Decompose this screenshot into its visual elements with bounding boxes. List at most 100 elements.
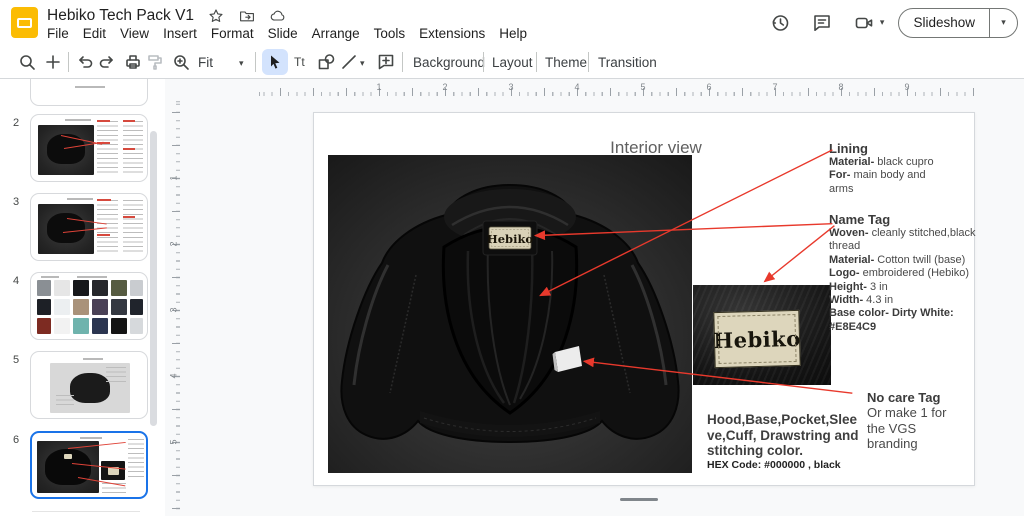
annotation-line: Height- 3 in xyxy=(829,281,979,294)
toolbar-divider xyxy=(536,52,537,72)
move-folder-icon[interactable] xyxy=(238,7,256,25)
no-care-tag-textbox[interactable]: No care Tag Or make 1 for the VGS brandi… xyxy=(867,390,959,452)
menu-item[interactable]: Arrange xyxy=(305,24,367,43)
toolbar-divider xyxy=(255,52,256,72)
arrow-closeup xyxy=(765,226,835,282)
ruler-number: 1 xyxy=(165,172,207,185)
name-tag-textbox[interactable]: Name Tag Woven- cleanly stitched,black t… xyxy=(829,212,979,334)
slide-number: 4 xyxy=(8,275,24,287)
chevron-down-icon[interactable]: ▾ xyxy=(360,58,365,69)
thumb-text-line xyxy=(75,86,105,88)
slides-app-icon[interactable] xyxy=(11,7,38,38)
menu-item[interactable]: Tools xyxy=(367,24,413,43)
layout-button[interactable]: Layout xyxy=(486,45,539,79)
thumb-text-column xyxy=(97,121,118,176)
insert-comment-icon[interactable] xyxy=(373,49,399,75)
lining-textbox[interactable]: Lining Material- black cuproFor- main bo… xyxy=(829,141,947,196)
thumb-mood-tile xyxy=(54,318,70,334)
annotation-bold: Base color- Dirty White: #E8E4C9 xyxy=(829,307,954,332)
chevron-down-icon[interactable]: ▾ xyxy=(239,58,244,69)
thumb-text-column xyxy=(56,395,74,409)
thumb-name-tag xyxy=(64,454,72,459)
slide-thumbnail-1[interactable] xyxy=(30,79,148,106)
google-slides-window: { "header": { "title": "Hebiko Tech Pack… xyxy=(0,0,1024,516)
transition-button[interactable]: Transition xyxy=(592,45,663,79)
annotation-bold: Logo- xyxy=(829,267,860,279)
thumb-mood-tile xyxy=(130,280,143,296)
menu-item[interactable]: Help xyxy=(492,24,534,43)
text-box-icon[interactable]: Tt xyxy=(288,49,314,75)
thumb-jacket-shape xyxy=(70,373,110,403)
thumb-text-line xyxy=(83,358,103,360)
thumb-text-column xyxy=(128,439,144,479)
menu-bar: FileEditViewInsertFormatSlideArrangeTool… xyxy=(40,24,534,43)
menu-item[interactable]: Edit xyxy=(76,24,113,43)
ruler-number: 4 xyxy=(165,370,207,383)
slide-thumbnail-2[interactable] xyxy=(30,114,148,182)
annotation-line: Material- black cupro xyxy=(829,156,947,169)
ruler-number: 5 xyxy=(165,436,207,449)
menu-item[interactable]: View xyxy=(113,24,156,43)
meet-presentation-control[interactable]: ▾ xyxy=(851,10,885,36)
menu-item[interactable]: Extensions xyxy=(412,24,492,43)
comment-history-icon[interactable] xyxy=(809,10,835,36)
menu-item[interactable]: File xyxy=(40,24,76,43)
filmstrip-scrollbar[interactable] xyxy=(150,131,157,426)
redo-icon[interactable] xyxy=(94,49,120,75)
paint-format-icon[interactable] xyxy=(142,49,168,75)
menu-item[interactable]: Format xyxy=(204,24,261,43)
chevron-down-icon[interactable]: ▾ xyxy=(880,17,885,28)
toolbar-divider xyxy=(402,52,403,72)
document-title[interactable]: Hebiko Tech Pack V1 xyxy=(47,7,194,25)
annotation-bold: Woven- xyxy=(829,227,869,239)
slide-editor[interactable]: Interior view xyxy=(313,112,975,486)
star-icon[interactable] xyxy=(207,7,225,25)
thumb-text-line xyxy=(80,437,102,439)
ruler-number: 9 xyxy=(874,82,940,92)
document-title-row: Hebiko Tech Pack V1 xyxy=(47,6,287,26)
vertical-ruler: 12345 xyxy=(167,96,180,511)
background-label: Background xyxy=(413,55,485,70)
slide-thumbnail-6[interactable] xyxy=(30,431,148,499)
header-actions: ▾ Slideshow ▾ xyxy=(767,0,1024,45)
ruler-number: 7 xyxy=(742,82,808,92)
closeup-label: Hebiko xyxy=(713,310,800,368)
select-tool-icon[interactable] xyxy=(262,49,288,75)
ruler-number: 5 xyxy=(610,82,676,92)
background-button[interactable]: Background xyxy=(407,45,491,79)
color-spec-textbox[interactable]: Hood,Base,Pocket,Sleeve,Cuff, Drawstring… xyxy=(707,412,862,472)
ruler-number: 4 xyxy=(544,82,610,92)
zoom-select[interactable]: Fit xyxy=(192,45,219,79)
thumb-red-heading xyxy=(123,148,135,150)
thumb-red-heading xyxy=(123,216,135,218)
slide-number: 3 xyxy=(8,196,24,208)
insert-line-icon[interactable] xyxy=(336,49,362,75)
slide-thumbnail-4[interactable] xyxy=(30,272,148,340)
search-menus-icon[interactable] xyxy=(14,49,40,75)
thumb-red-heading xyxy=(123,120,135,122)
annotation-line: Width- 4.3 in xyxy=(829,294,979,307)
new-slide-icon[interactable] xyxy=(40,49,66,75)
annotation-text: Cotton twill (base) xyxy=(874,254,965,266)
menu-item[interactable]: Insert xyxy=(156,24,204,43)
slide-number: 6 xyxy=(8,434,24,446)
name-tag-closeup-image[interactable]: Hebiko xyxy=(693,285,831,385)
version-history-icon[interactable] xyxy=(767,10,793,36)
slideshow-button[interactable]: Slideshow xyxy=(899,9,989,37)
theme-button[interactable]: Theme xyxy=(539,45,593,79)
workspace: 2 3 4 5 6 xyxy=(0,79,1024,516)
slide-thumbnail-3[interactable] xyxy=(30,193,148,261)
thumb-mood-tile xyxy=(73,299,89,315)
thumb-text-column xyxy=(123,200,143,255)
jacket-interior-image[interactable]: Hebiko xyxy=(328,155,692,473)
cloud-saved-icon[interactable] xyxy=(269,7,287,25)
speaker-notes-resize-handle[interactable] xyxy=(620,498,658,501)
zoom-icon[interactable] xyxy=(168,49,194,75)
slideshow-options-button[interactable]: ▾ xyxy=(989,9,1017,37)
annotation-line: Base color- Dirty White: #E8E4C9 xyxy=(829,307,979,334)
filmstrip-divider xyxy=(32,511,140,512)
video-camera-icon xyxy=(851,10,877,36)
slide-thumbnail-5[interactable] xyxy=(30,351,148,419)
thumb-mood-tile xyxy=(37,318,51,334)
menu-item[interactable]: Slide xyxy=(261,24,305,43)
